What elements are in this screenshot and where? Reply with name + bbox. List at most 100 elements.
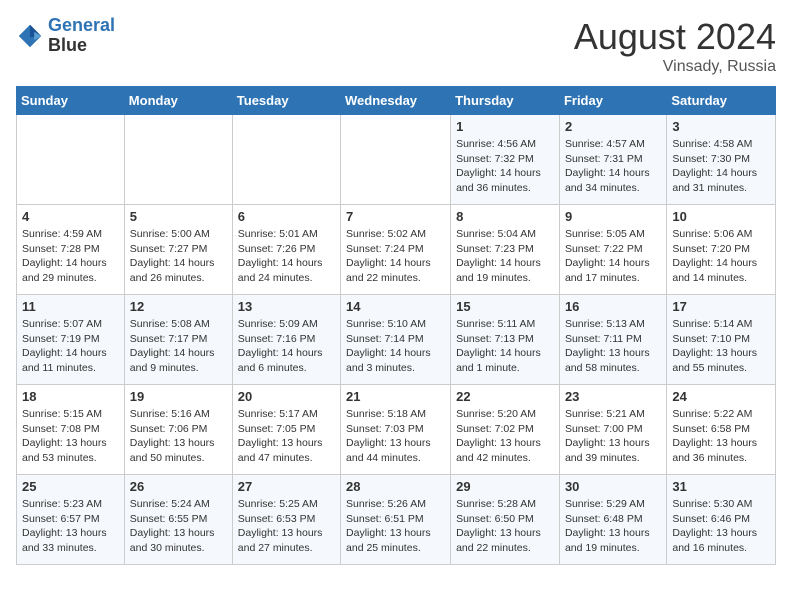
- day-info: Sunrise: 5:11 AM Sunset: 7:13 PM Dayligh…: [456, 317, 554, 376]
- calendar-table: SundayMondayTuesdayWednesdayThursdayFrid…: [16, 86, 776, 565]
- logo-text: General Blue: [48, 16, 115, 56]
- day-number: 8: [456, 209, 554, 224]
- day-info: Sunrise: 5:18 AM Sunset: 7:03 PM Dayligh…: [346, 407, 445, 466]
- calendar-cell: 27 Sunrise: 5:25 AM Sunset: 6:53 PM Dayli…: [232, 475, 340, 565]
- weekday-header: Thursday: [451, 87, 560, 115]
- day-number: 7: [346, 209, 445, 224]
- calendar-week-row: 1Sunrise: 4:56 AM Sunset: 7:32 PM Daylig…: [17, 115, 776, 205]
- day-info: Sunrise: 5:21 AM Sunset: 7:00 PM Dayligh…: [565, 407, 661, 466]
- day-number: 17: [672, 299, 770, 314]
- day-number: 4: [22, 209, 119, 224]
- day-info: Sunrise: 5:13 AM Sunset: 7:11 PM Dayligh…: [565, 317, 661, 376]
- day-number: 22: [456, 389, 554, 404]
- logo-line1: General: [48, 15, 115, 35]
- page-header: General Blue August 2024 Vinsady, Russia: [16, 16, 776, 76]
- calendar-cell: [17, 115, 125, 205]
- day-number: 11: [22, 299, 119, 314]
- day-info: Sunrise: 5:00 AM Sunset: 7:27 PM Dayligh…: [130, 227, 227, 286]
- day-number: 3: [672, 119, 770, 134]
- day-number: 12: [130, 299, 227, 314]
- day-number: 5: [130, 209, 227, 224]
- day-info: Sunrise: 5:08 AM Sunset: 7:17 PM Dayligh…: [130, 317, 227, 376]
- calendar-cell: 6 Sunrise: 5:01 AM Sunset: 7:26 PM Daylig…: [232, 205, 340, 295]
- location: Vinsady, Russia: [574, 58, 776, 76]
- weekday-header: Monday: [124, 87, 232, 115]
- day-number: 29: [456, 479, 554, 494]
- day-info: Sunrise: 5:22 AM Sunset: 6:58 PM Dayligh…: [672, 407, 770, 466]
- calendar-cell: 16 Sunrise: 5:13 AM Sunset: 7:11 PM Dayli…: [559, 295, 666, 385]
- day-number: 10: [672, 209, 770, 224]
- day-info: Sunrise: 5:20 AM Sunset: 7:02 PM Dayligh…: [456, 407, 554, 466]
- calendar-cell: 21 Sunrise: 5:18 AM Sunset: 7:03 PM Dayli…: [341, 385, 451, 475]
- calendar-cell: 10Sunrise: 5:06 AM Sunset: 7:20 PM Dayli…: [667, 205, 776, 295]
- day-info: Sunrise: 5:15 AM Sunset: 7:08 PM Dayligh…: [22, 407, 119, 466]
- calendar-cell: 11 Sunrise: 5:07 AM Sunset: 7:19 PM Dayli…: [17, 295, 125, 385]
- day-info: Sunrise: 5:23 AM Sunset: 6:57 PM Dayligh…: [22, 497, 119, 556]
- calendar-cell: 23 Sunrise: 5:21 AM Sunset: 7:00 PM Dayli…: [559, 385, 666, 475]
- weekday-header: Saturday: [667, 87, 776, 115]
- day-number: 26: [130, 479, 227, 494]
- calendar-cell: 18Sunrise: 5:15 AM Sunset: 7:08 PM Dayli…: [17, 385, 125, 475]
- calendar-cell: 28Sunrise: 5:26 AM Sunset: 6:51 PM Dayli…: [341, 475, 451, 565]
- calendar-cell: 7 Sunrise: 5:02 AM Sunset: 7:24 PM Daylig…: [341, 205, 451, 295]
- calendar-cell: 4 Sunrise: 4:59 AM Sunset: 7:28 PM Daylig…: [17, 205, 125, 295]
- day-info: Sunrise: 5:01 AM Sunset: 7:26 PM Dayligh…: [238, 227, 335, 286]
- calendar-cell: 25 Sunrise: 5:23 AM Sunset: 6:57 PM Dayli…: [17, 475, 125, 565]
- day-info: Sunrise: 5:07 AM Sunset: 7:19 PM Dayligh…: [22, 317, 119, 376]
- day-number: 16: [565, 299, 661, 314]
- day-info: Sunrise: 5:02 AM Sunset: 7:24 PM Dayligh…: [346, 227, 445, 286]
- calendar-cell: 31 Sunrise: 5:30 AM Sunset: 6:46 PM Dayli…: [667, 475, 776, 565]
- calendar-cell: 3 Sunrise: 4:58 AM Sunset: 7:30 PM Daylig…: [667, 115, 776, 205]
- logo: General Blue: [16, 16, 115, 56]
- day-info: Sunrise: 5:24 AM Sunset: 6:55 PM Dayligh…: [130, 497, 227, 556]
- day-info: Sunrise: 5:30 AM Sunset: 6:46 PM Dayligh…: [672, 497, 770, 556]
- day-number: 14: [346, 299, 445, 314]
- calendar-cell: 5 Sunrise: 5:00 AM Sunset: 7:27 PM Daylig…: [124, 205, 232, 295]
- calendar-cell: 26 Sunrise: 5:24 AM Sunset: 6:55 PM Dayli…: [124, 475, 232, 565]
- title-block: August 2024 Vinsady, Russia: [574, 16, 776, 76]
- calendar-week-row: 18Sunrise: 5:15 AM Sunset: 7:08 PM Dayli…: [17, 385, 776, 475]
- day-number: 25: [22, 479, 119, 494]
- day-number: 6: [238, 209, 335, 224]
- day-info: Sunrise: 4:57 AM Sunset: 7:31 PM Dayligh…: [565, 137, 661, 196]
- calendar-week-row: 4 Sunrise: 4:59 AM Sunset: 7:28 PM Daylig…: [17, 205, 776, 295]
- day-info: Sunrise: 5:25 AM Sunset: 6:53 PM Dayligh…: [238, 497, 335, 556]
- day-number: 28: [346, 479, 445, 494]
- weekday-header: Tuesday: [232, 87, 340, 115]
- weekday-header: Wednesday: [341, 87, 451, 115]
- day-number: 9: [565, 209, 661, 224]
- calendar-cell: 9 Sunrise: 5:05 AM Sunset: 7:22 PM Daylig…: [559, 205, 666, 295]
- calendar-week-row: 25 Sunrise: 5:23 AM Sunset: 6:57 PM Dayli…: [17, 475, 776, 565]
- day-number: 15: [456, 299, 554, 314]
- logo-line2: Blue: [48, 35, 87, 55]
- calendar-cell: [341, 115, 451, 205]
- day-info: Sunrise: 5:17 AM Sunset: 7:05 PM Dayligh…: [238, 407, 335, 466]
- day-number: 24: [672, 389, 770, 404]
- calendar-cell: 29Sunrise: 5:28 AM Sunset: 6:50 PM Dayli…: [451, 475, 560, 565]
- day-info: Sunrise: 4:58 AM Sunset: 7:30 PM Dayligh…: [672, 137, 770, 196]
- calendar-cell: 17 Sunrise: 5:14 AM Sunset: 7:10 PM Dayli…: [667, 295, 776, 385]
- day-info: Sunrise: 5:04 AM Sunset: 7:23 PM Dayligh…: [456, 227, 554, 286]
- calendar-cell: 12 Sunrise: 5:08 AM Sunset: 7:17 PM Dayli…: [124, 295, 232, 385]
- calendar-cell: 19 Sunrise: 5:16 AM Sunset: 7:06 PM Dayli…: [124, 385, 232, 475]
- day-number: 23: [565, 389, 661, 404]
- day-number: 19: [130, 389, 227, 404]
- day-info: Sunrise: 5:05 AM Sunset: 7:22 PM Dayligh…: [565, 227, 661, 286]
- day-number: 21: [346, 389, 445, 404]
- calendar-cell: 13Sunrise: 5:09 AM Sunset: 7:16 PM Dayli…: [232, 295, 340, 385]
- day-info: Sunrise: 5:16 AM Sunset: 7:06 PM Dayligh…: [130, 407, 227, 466]
- day-info: Sunrise: 5:14 AM Sunset: 7:10 PM Dayligh…: [672, 317, 770, 376]
- calendar-cell: [124, 115, 232, 205]
- weekday-header: Friday: [559, 87, 666, 115]
- calendar-cell: 15 Sunrise: 5:11 AM Sunset: 7:13 PM Dayli…: [451, 295, 560, 385]
- day-number: 1: [456, 119, 554, 134]
- day-number: 31: [672, 479, 770, 494]
- day-info: Sunrise: 5:10 AM Sunset: 7:14 PM Dayligh…: [346, 317, 445, 376]
- day-info: Sunrise: 5:29 AM Sunset: 6:48 PM Dayligh…: [565, 497, 661, 556]
- day-number: 13: [238, 299, 335, 314]
- calendar-cell: 22 Sunrise: 5:20 AM Sunset: 7:02 PM Dayli…: [451, 385, 560, 475]
- day-number: 27: [238, 479, 335, 494]
- weekday-header-row: SundayMondayTuesdayWednesdayThursdayFrid…: [17, 87, 776, 115]
- day-info: Sunrise: 4:59 AM Sunset: 7:28 PM Dayligh…: [22, 227, 119, 286]
- logo-icon: [16, 22, 44, 50]
